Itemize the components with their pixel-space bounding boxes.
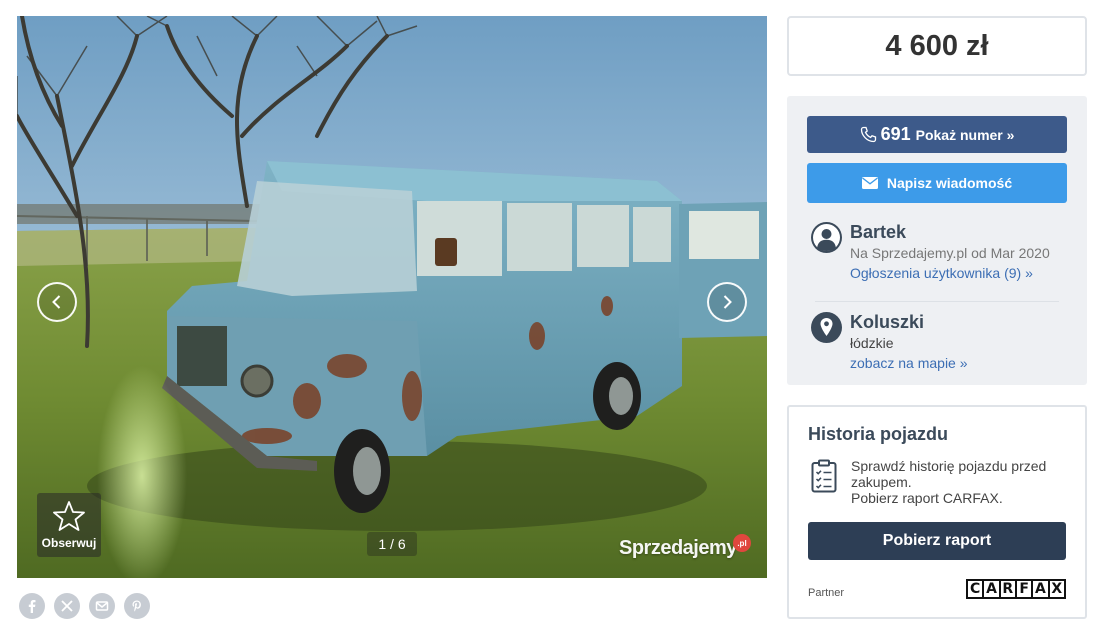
photo-counter: 1 / 6: [367, 532, 417, 556]
watch-label: Obserwuj: [41, 536, 97, 550]
x-icon: [61, 600, 73, 612]
share-row: [19, 593, 150, 619]
share-x-button[interactable]: [54, 593, 80, 619]
contact-box: 691 Pokaż numer » Napisz wiadomość Barte…: [787, 96, 1087, 385]
location-city: Koluszki: [850, 312, 925, 332]
facebook-icon: [28, 600, 36, 613]
phone-number-prefix: 691: [880, 124, 911, 144]
carfax-logo-letter: X: [1047, 579, 1066, 599]
share-email-button[interactable]: [89, 593, 115, 619]
chevron-left-icon: [52, 295, 61, 309]
download-report-button[interactable]: Pobierz raport: [808, 522, 1066, 560]
watch-button[interactable]: Obserwuj: [37, 493, 101, 557]
star-icon: [53, 501, 85, 531]
vehicle-history-title: Historia pojazdu: [808, 424, 949, 444]
show-phone-button[interactable]: 691 Pokaż numer »: [807, 116, 1067, 153]
pinterest-icon: [132, 600, 141, 612]
share-facebook-button[interactable]: [19, 593, 45, 619]
clipboard-checklist-icon: [811, 459, 837, 493]
watermark-badge: .pl: [733, 534, 751, 552]
envelope-icon: [861, 177, 878, 189]
vehicle-history-description: Sprawdź historię pojazdu przed zakupem. …: [851, 458, 1071, 506]
vehicle-photo: [17, 16, 767, 578]
send-message-button[interactable]: Napisz wiadomość: [807, 163, 1067, 203]
send-message-label: Napisz wiadomość: [886, 175, 1013, 191]
user-avatar-icon: [811, 222, 842, 253]
divider: [815, 301, 1059, 302]
history-text-line-2: Pobierz raport CARFAX.: [851, 490, 1003, 506]
price-box: 4 600 zł: [787, 16, 1087, 76]
show-phone-label: Pokaż numer »: [915, 126, 1015, 143]
previous-photo-button[interactable]: [37, 282, 77, 322]
chevron-right-icon: [723, 295, 732, 309]
seller-listings-link[interactable]: Ogłoszenia użytkownika (9) »: [850, 265, 1033, 281]
phone-icon: [860, 126, 876, 143]
show-on-map-link[interactable]: zobacz na mapie »: [850, 355, 968, 371]
email-icon: [95, 601, 109, 611]
partner-label: Partner: [808, 587, 845, 599]
history-text-line-1: Sprawdź historię pojazdu przed zakupem.: [851, 458, 1047, 490]
seller-name: Bartek: [850, 222, 907, 242]
seller-member-since: Na Sprzedajemy.pl od Mar 2020: [850, 245, 1050, 261]
share-pinterest-button[interactable]: [124, 593, 150, 619]
next-photo-button[interactable]: [707, 282, 747, 322]
carfax-logo[interactable]: C A R F A X: [966, 579, 1066, 599]
watermark-logo: Sprzedajemy: [619, 537, 737, 559]
location-region: łódzkie: [850, 335, 894, 351]
photo-gallery[interactable]: Obserwuj 1 / 6 Sprzedajemy .pl: [17, 16, 767, 578]
price-value: 4 600 zł: [885, 29, 989, 62]
vehicle-history-box: Historia pojazdu Sprawdź historię pojazd…: [787, 405, 1087, 619]
map-pin-icon: [811, 312, 842, 343]
